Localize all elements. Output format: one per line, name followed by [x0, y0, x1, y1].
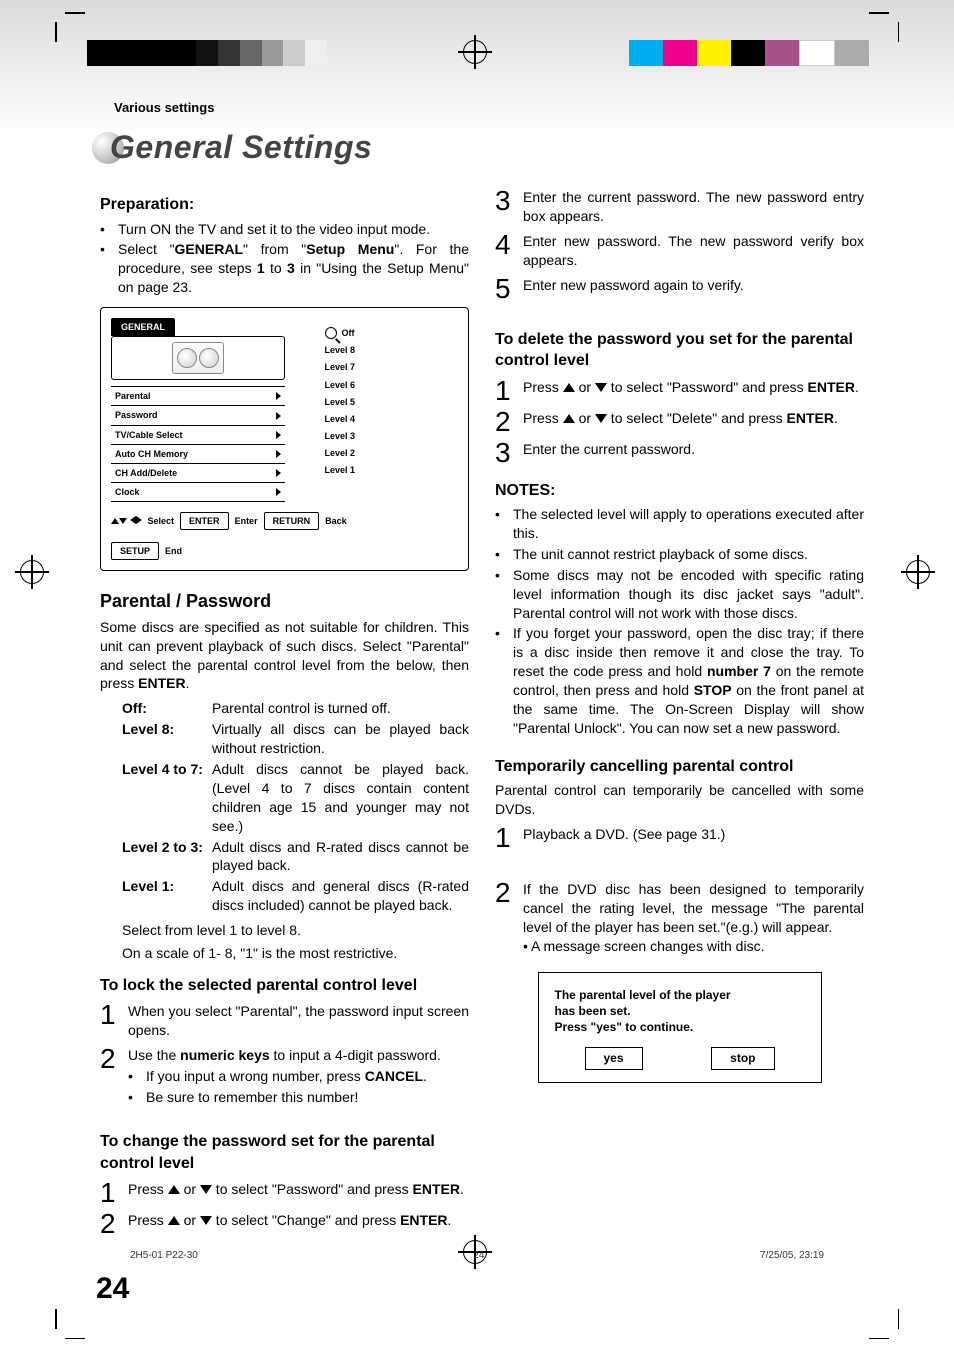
right-arrow-icon	[136, 516, 142, 524]
body-text: On a scale of 1- 8, "1" is the most rest…	[122, 944, 469, 963]
step: 1Press or to select "Password" and press…	[100, 1180, 469, 1205]
step: 4Enter new password. The new password ve…	[495, 232, 864, 270]
footer: 2H5-01 P22-30 24 7/25/05, 23:19	[130, 1250, 824, 1261]
page-title: General Settings	[100, 129, 864, 166]
sub-heading: Temporarily cancelling parental control	[495, 756, 864, 778]
up-arrow-icon	[563, 383, 575, 392]
prep-item: •Turn ON the TV and set it to the video …	[100, 220, 469, 239]
dialog-yes-button: yes	[585, 1047, 643, 1069]
body-text: Select from level 1 to level 8.	[122, 921, 469, 940]
title-text: General Settings	[110, 129, 372, 166]
osd-menu-item: Password	[111, 406, 285, 425]
sub-heading: To change the password set for the paren…	[100, 1131, 469, 1174]
dialog-stop-button: stop	[711, 1047, 774, 1069]
up-arrow-icon	[168, 1185, 180, 1194]
osd-screenshot: GENERAL Parental Password TV/Cable Selec…	[100, 307, 469, 571]
definition-row: Level 8:Virtually all discs can be playe…	[122, 720, 469, 758]
definition-row: Level 2 to 3:Adult discs and R-rated dis…	[122, 838, 469, 876]
step: 2Press or to select "Change" and press E…	[100, 1211, 469, 1236]
sub-heading: To delete the password you set for the p…	[495, 329, 864, 372]
step: 3Enter the current password. The new pas…	[495, 188, 864, 226]
prep-heading: Preparation:	[100, 194, 469, 216]
page-number: 24	[96, 1272, 864, 1306]
prep-item: • Select "GENERAL" from "Setup Menu". Fo…	[100, 240, 469, 297]
down-arrow-icon	[119, 518, 127, 524]
down-arrow-icon	[595, 383, 607, 392]
step: 3Enter the current password.	[495, 440, 864, 465]
section-heading: Parental / Password	[100, 589, 469, 613]
down-arrow-icon	[595, 414, 607, 423]
note-item: •Some discs may not be encoded with spec…	[495, 566, 864, 623]
osd-menu-item: CH Add/Delete	[111, 464, 285, 483]
step: 2Press or to select "Delete" and press E…	[495, 409, 864, 434]
step: 1Playback a DVD. (See page 31.)	[495, 825, 864, 850]
step: 5Enter new password again to verify.	[495, 276, 864, 301]
definition-row: Off:Parental control is turned off.	[122, 699, 469, 718]
osd-tab: GENERAL	[111, 318, 175, 336]
step: 1When you select "Parental", the passwor…	[100, 1002, 469, 1040]
down-arrow-icon	[200, 1185, 212, 1194]
osd-menu-item: TV/Cable Select	[111, 426, 285, 445]
up-arrow-icon	[168, 1216, 180, 1225]
breadcrumb: Various settings	[114, 100, 864, 115]
step: 2 Use the numeric keys to input a 4-digi…	[100, 1046, 469, 1109]
notes-heading: NOTES:	[495, 480, 864, 502]
up-arrow-icon	[563, 414, 575, 423]
note-item: •The selected level will apply to operat…	[495, 505, 864, 543]
cassette-icon	[172, 342, 224, 374]
down-arrow-icon	[200, 1216, 212, 1225]
note-item: •If you forget your password, open the d…	[495, 624, 864, 737]
body-text: Some discs are specified as not suitable…	[100, 618, 469, 694]
definition-row: Level 4 to 7:Adult discs cannot be playe…	[122, 760, 469, 836]
sub-heading: To lock the selected parental control le…	[100, 975, 469, 997]
up-arrow-icon	[111, 518, 119, 524]
step: 2 If the DVD disc has been designed to t…	[495, 880, 864, 956]
dialog-screenshot: The parental level of the player has bee…	[538, 972, 822, 1083]
magnifier-icon	[325, 327, 337, 339]
body-text: Parental control can temporarily be canc…	[495, 781, 864, 819]
osd-menu-item: Parental	[111, 386, 285, 406]
osd-menu-item: Auto CH Memory	[111, 445, 285, 464]
definition-row: Level 1:Adult discs and general discs (R…	[122, 877, 469, 915]
note-item: •The unit cannot restrict playback of so…	[495, 545, 864, 564]
step: 1Press or to select "Password" and press…	[495, 378, 864, 403]
right-arrow-icon	[276, 392, 281, 400]
osd-menu-item: Clock	[111, 483, 285, 502]
